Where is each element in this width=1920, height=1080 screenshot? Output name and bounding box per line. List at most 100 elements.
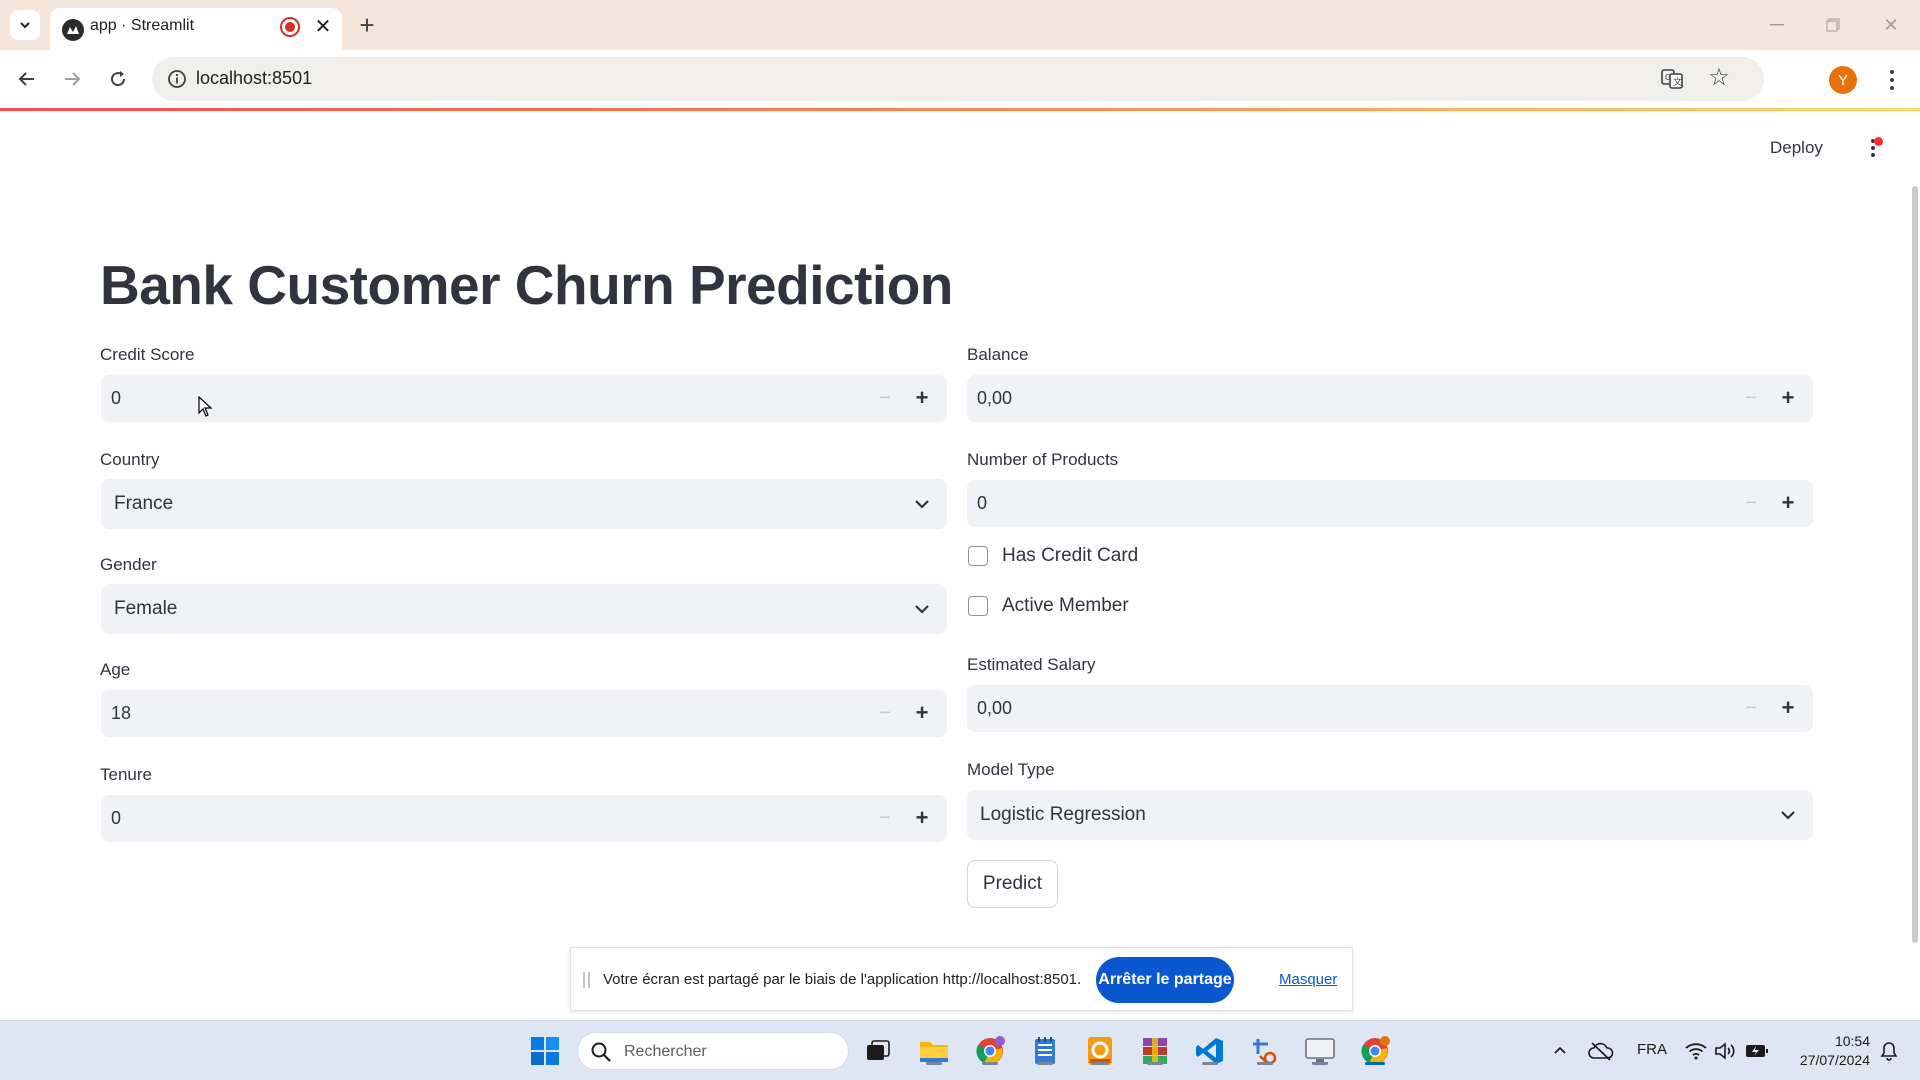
back-arrow-icon[interactable]: [12, 64, 42, 94]
chrome-icon[interactable]: [1358, 1034, 1392, 1068]
onedrive-offline-icon[interactable]: [1586, 1034, 1616, 1068]
credit-score-increment-button[interactable]: +: [911, 387, 933, 409]
has-credit-card-checkbox[interactable]: Has Credit Card: [968, 543, 1138, 569]
site-info-icon[interactable]: [166, 68, 188, 90]
chevron-down-icon: [915, 500, 929, 509]
tenure-decrement-button[interactable]: −: [875, 807, 895, 829]
share-message: Votre écran est partagé par le biais de …: [603, 971, 1082, 988]
balance-input[interactable]: 0,00 − +: [967, 375, 1813, 422]
chevron-down-icon: [1781, 811, 1795, 820]
search-placeholder: Rechercher: [624, 1043, 707, 1060]
minimize-window-icon[interactable]: [1762, 10, 1792, 40]
has-credit-card-label: Has Credit Card: [1002, 545, 1139, 566]
chrome-profile-icon[interactable]: [973, 1034, 1007, 1068]
browser-tab-bar: app · Streamlit ✕ + ✕: [0, 0, 1920, 50]
credit-score-decrement-button[interactable]: −: [875, 387, 895, 409]
num-products-increment-button[interactable]: +: [1777, 492, 1799, 514]
page-title: Bank Customer Churn Prediction: [100, 254, 953, 316]
model-type-label: Model Type: [967, 760, 1055, 779]
balance-value: 0,00: [977, 388, 1013, 408]
balance-increment-button[interactable]: +: [1777, 387, 1799, 409]
credit-score-input[interactable]: 0 − +: [101, 375, 947, 422]
age-label: Age: [100, 660, 131, 679]
wifi-icon[interactable]: [1682, 1034, 1710, 1068]
volume-icon[interactable]: [1711, 1034, 1739, 1068]
checkbox-box[interactable]: [968, 546, 988, 566]
language-indicator[interactable]: FRA: [1637, 1041, 1667, 1058]
country-value: France: [114, 493, 174, 514]
tab-title: app · Streamlit: [90, 17, 195, 34]
vscode-icon[interactable]: [1193, 1034, 1227, 1068]
reload-icon[interactable]: [103, 64, 133, 94]
tenure-input[interactable]: 0 − +: [101, 795, 947, 842]
close-tab-icon[interactable]: ✕: [310, 13, 336, 39]
chevron-down-icon: [915, 605, 929, 614]
country-label: Country: [100, 450, 160, 469]
streamlit-app: Deploy Bank Customer Churn Prediction Cr…: [0, 111, 1920, 1019]
browser-toolbar: localhost:8501 文G ☆ Y: [0, 50, 1920, 109]
tab-search-button[interactable]: [10, 10, 40, 40]
num-products-decrement-button[interactable]: −: [1741, 492, 1761, 514]
num-products-input[interactable]: 0 − +: [967, 480, 1813, 527]
profile-avatar[interactable]: Y: [1829, 66, 1857, 94]
tenure-label: Tenure: [100, 765, 152, 784]
age-decrement-button[interactable]: −: [875, 702, 895, 724]
windows-start-icon[interactable]: [528, 1034, 562, 1068]
active-member-label: Active Member: [1002, 595, 1129, 616]
estimated-salary-increment-button[interactable]: +: [1777, 697, 1799, 719]
predict-button[interactable]: Predict: [967, 860, 1058, 908]
pdf-reader-icon[interactable]: [1083, 1034, 1117, 1068]
file-explorer-icon[interactable]: [917, 1034, 951, 1068]
battery-charging-icon[interactable]: [1742, 1034, 1772, 1068]
stop-sharing-button[interactable]: Arrêter le partage: [1096, 957, 1234, 1003]
browser-menu-icon[interactable]: [1880, 65, 1904, 95]
winrar-icon[interactable]: [1138, 1034, 1172, 1068]
age-increment-button[interactable]: +: [911, 702, 933, 724]
hide-share-bar-link[interactable]: Masquer: [1279, 971, 1337, 988]
age-input[interactable]: 18 − +: [101, 690, 947, 737]
estimated-salary-input[interactable]: 0,00 − +: [967, 685, 1813, 732]
page-scrollbar[interactable]: [1912, 186, 1918, 943]
screen-share-bar: Votre écran est partagé par le biais de …: [570, 947, 1353, 1011]
streamlit-favicon-icon: [62, 19, 84, 41]
mouse-cursor-icon: [198, 396, 213, 417]
tenure-increment-button[interactable]: +: [911, 807, 933, 829]
show-hidden-icons-chevron-up-icon[interactable]: [1546, 1034, 1574, 1068]
bookmark-star-icon[interactable]: ☆: [1706, 65, 1732, 91]
translate-icon[interactable]: 文G: [1660, 67, 1684, 91]
credit-score-label: Credit Score: [100, 345, 195, 364]
restore-window-icon[interactable]: [1818, 10, 1848, 40]
new-tab-button[interactable]: +: [352, 10, 382, 40]
url-text: localhost:8501: [196, 68, 313, 88]
taskbar-search[interactable]: Rechercher: [577, 1032, 849, 1070]
task-view-icon[interactable]: [861, 1034, 895, 1068]
notepad-icon[interactable]: [1028, 1034, 1062, 1068]
gender-select[interactable]: Female: [101, 584, 947, 634]
recording-indicator-icon: [280, 17, 300, 37]
drag-handle-icon[interactable]: [583, 972, 591, 988]
gender-label: Gender: [100, 555, 157, 574]
gender-value: Female: [114, 598, 178, 619]
main-menu-icon[interactable]: [1866, 137, 1883, 163]
close-window-icon[interactable]: ✕: [1876, 10, 1906, 40]
address-bar[interactable]: localhost:8501 文G ☆: [152, 57, 1764, 101]
estimated-salary-decrement-button[interactable]: −: [1741, 697, 1761, 719]
clock-time: 10:54: [1834, 1033, 1870, 1049]
browser-tab[interactable]: app · Streamlit ✕: [50, 8, 342, 50]
snipping-tool-icon[interactable]: [1248, 1034, 1282, 1068]
active-member-checkbox[interactable]: Active Member: [968, 593, 1129, 619]
model-type-value: Logistic Regression: [980, 804, 1146, 825]
balance-decrement-button[interactable]: −: [1741, 387, 1761, 409]
windows-taskbar: Rechercher FRA 10:54 27/07/2024: [0, 1020, 1920, 1080]
search-icon: [591, 1042, 611, 1062]
country-select[interactable]: France: [101, 479, 947, 529]
system-clock[interactable]: 10:54 27/07/2024: [1786, 1032, 1870, 1070]
svg-text:文: 文: [1673, 76, 1682, 88]
model-type-select[interactable]: Logistic Regression: [967, 790, 1813, 840]
deploy-button[interactable]: Deploy: [1770, 138, 1823, 158]
tenure-value: 0: [111, 808, 122, 828]
checkbox-box[interactable]: [968, 596, 988, 616]
forward-arrow-icon[interactable]: [57, 64, 87, 94]
remote-desktop-icon[interactable]: [1303, 1034, 1337, 1068]
notification-bell-icon[interactable]: [1874, 1034, 1904, 1068]
